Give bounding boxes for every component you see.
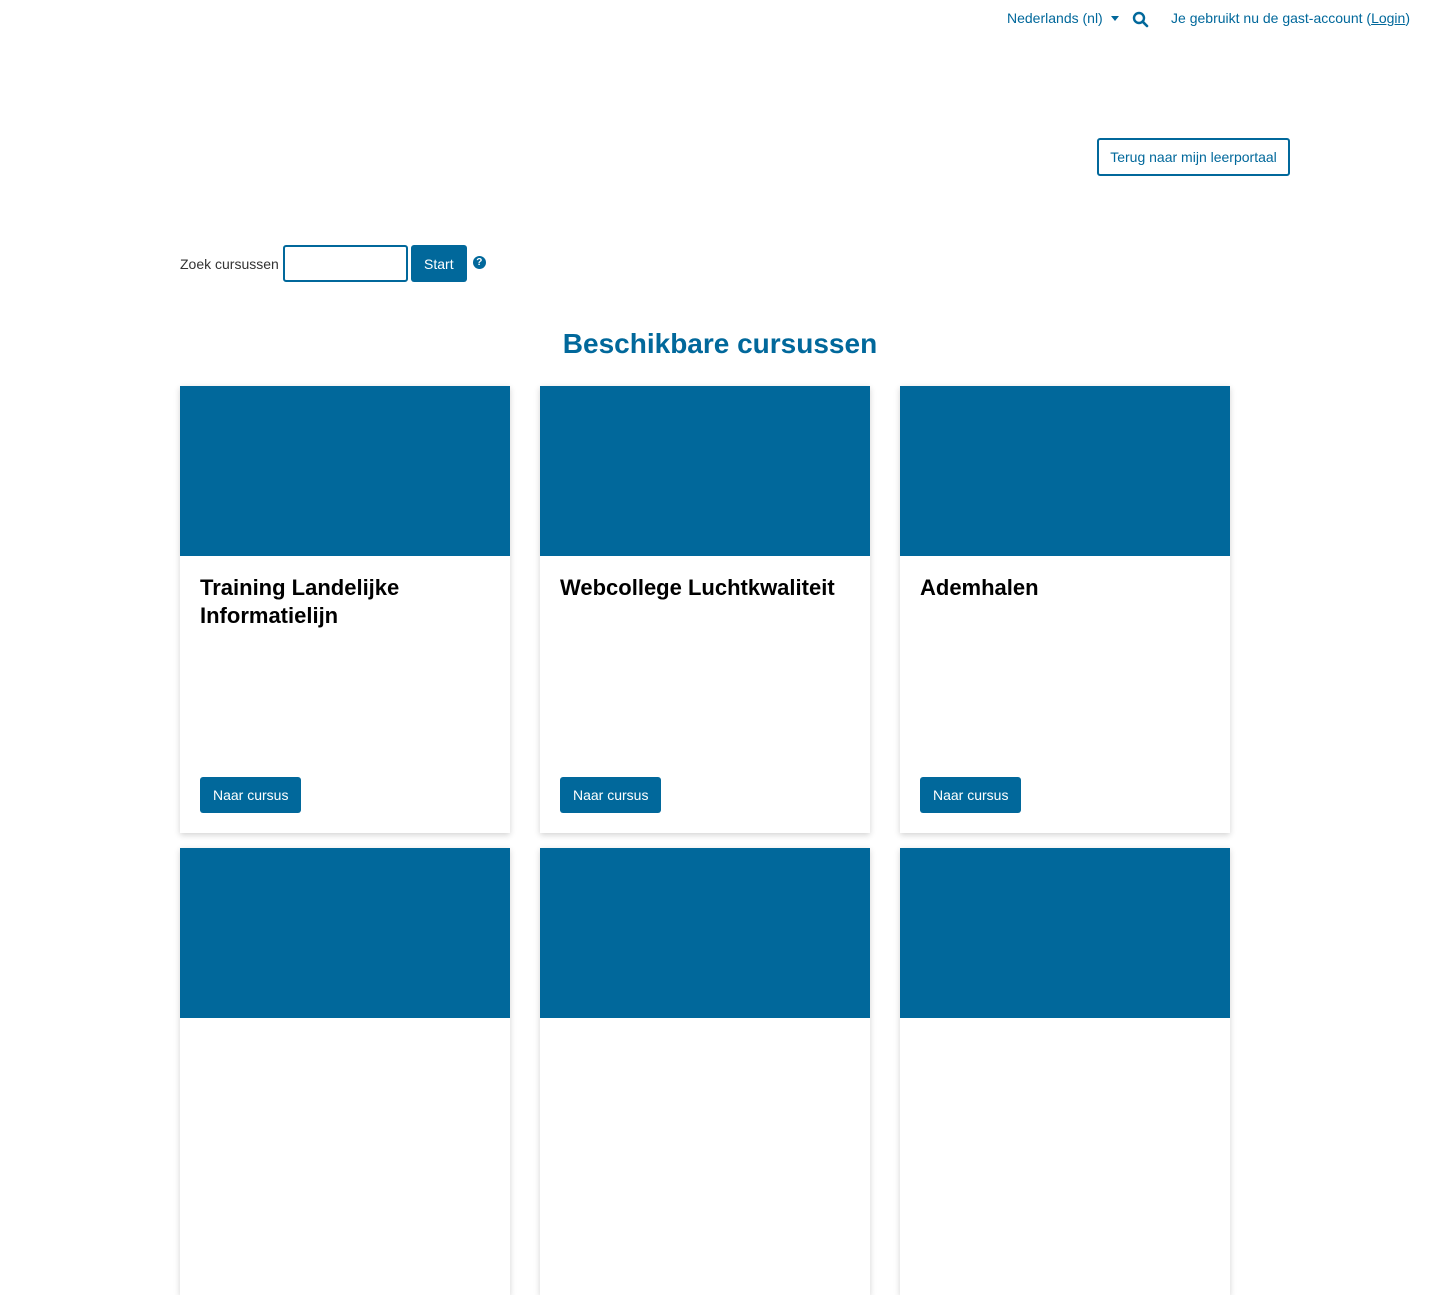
course-card — [540, 848, 870, 1295]
guest-prefix: Je gebruikt nu de gast-account ( — [1171, 10, 1372, 26]
search-input[interactable] — [282, 245, 408, 282]
top-navbar: Nederlands (nl) Je gebruikt nu de gast-a… — [0, 0, 1440, 38]
course-image — [180, 848, 510, 1018]
course-card: Ademhalen Naar cursus — [900, 386, 1230, 833]
course-image — [540, 848, 870, 1018]
course-card: Webcollege Luchtkwaliteit Naar cursus — [540, 386, 870, 833]
course-card — [900, 848, 1230, 1295]
course-image — [900, 386, 1230, 556]
course-title[interactable]: Ademhalen — [900, 556, 1230, 602]
course-card: Training Landelijke Informatielijn Naar … — [180, 386, 510, 833]
search-icon[interactable] — [1132, 11, 1149, 28]
course-title[interactable]: Training Landelijke Informatielijn — [180, 556, 510, 630]
chevron-down-icon — [1110, 15, 1119, 21]
course-image — [180, 386, 510, 556]
guest-suffix: ) — [1405, 10, 1410, 26]
back-to-portal-button[interactable]: Terug naar mijn leerportaal — [1097, 138, 1290, 176]
language-menu[interactable]: Nederlands (nl) — [1007, 10, 1119, 26]
guest-info: Je gebruikt nu de gast-account (Login) — [1171, 10, 1410, 26]
login-link[interactable]: Login — [1371, 10, 1405, 26]
course-card — [180, 848, 510, 1295]
start-button[interactable]: Start — [410, 245, 467, 282]
course-image — [900, 848, 1230, 1018]
search-label: Zoek cursussen — [180, 255, 279, 272]
language-label: Nederlands (nl) — [1007, 10, 1103, 26]
question-circle-icon[interactable]: ? — [472, 256, 486, 269]
go-to-course-button[interactable]: Naar cursus — [560, 777, 662, 813]
page-title: Beschikbare cursussen — [562, 328, 878, 359]
go-to-course-button[interactable]: Naar cursus — [920, 777, 1022, 813]
go-to-course-button[interactable]: Naar cursus — [200, 777, 302, 813]
course-image — [540, 386, 870, 556]
course-search-form: Zoek cursussen Start ? — [180, 245, 486, 282]
course-title[interactable]: Webcollege Luchtkwaliteit — [540, 556, 870, 602]
